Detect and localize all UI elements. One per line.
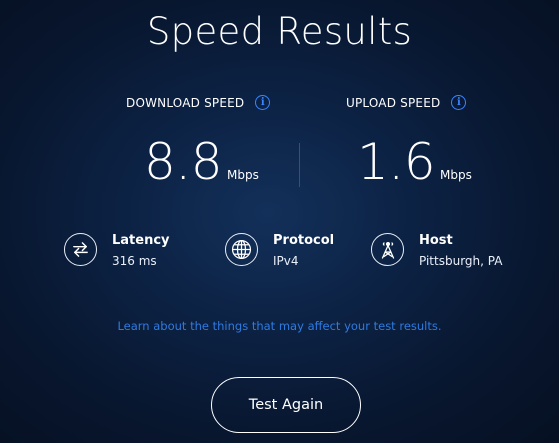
protocol-label: Protocol bbox=[273, 233, 335, 248]
host-detail: Host Pittsburgh, PA bbox=[371, 233, 502, 270]
upload-speed-unit: Mbps bbox=[440, 168, 472, 182]
download-info-icon[interactable]: i bbox=[255, 95, 271, 110]
upload-speed-value: 1.6 bbox=[357, 133, 436, 191]
upload-info-icon[interactable]: i bbox=[451, 95, 467, 110]
latency-label: Latency bbox=[112, 233, 170, 248]
download-speed-label: DOWNLOAD SPEED bbox=[126, 95, 245, 110]
download-speed-header: DOWNLOAD SPEED i bbox=[126, 95, 271, 110]
learn-more-link[interactable]: Learn about the things that may affect y… bbox=[0, 319, 559, 333]
protocol-value: IPv4 bbox=[273, 254, 299, 268]
upload-speed-result: 1.6 Mbps bbox=[357, 133, 472, 191]
speed-divider bbox=[299, 143, 300, 187]
download-speed-unit: Mbps bbox=[227, 168, 259, 182]
upload-speed-header: UPLOAD SPEED i bbox=[346, 95, 467, 110]
host-value: Pittsburgh, PA bbox=[419, 254, 503, 268]
globe-icon bbox=[225, 233, 258, 266]
protocol-detail: Protocol IPv4 bbox=[225, 233, 334, 270]
swap-arrows-icon bbox=[64, 233, 97, 266]
upload-speed-label: UPLOAD SPEED bbox=[346, 95, 441, 110]
test-again-button[interactable]: Test Again bbox=[211, 377, 361, 433]
download-speed-result: 8.8 Mbps bbox=[144, 133, 259, 191]
tower-icon bbox=[371, 233, 404, 266]
page-title: Speed Results bbox=[146, 10, 413, 53]
latency-detail: Latency 316 ms bbox=[64, 233, 170, 270]
download-speed-value: 8.8 bbox=[144, 133, 223, 191]
host-label: Host bbox=[419, 233, 453, 248]
latency-value: 316 ms bbox=[112, 254, 157, 268]
